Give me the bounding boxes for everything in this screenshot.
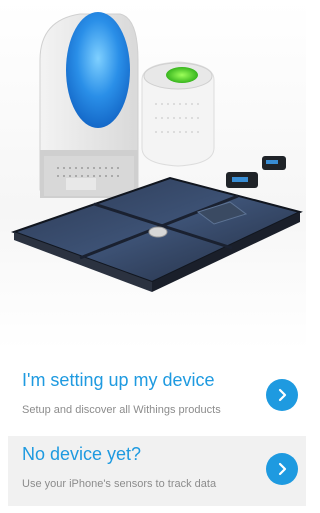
setup-device-title: I'm setting up my device: [22, 370, 215, 390]
withings-products-illustration: [11, 12, 303, 292]
blood-pressure-cuff-icon: [141, 61, 215, 167]
chevron-right-icon: [278, 462, 287, 476]
aura-lamp-icon: [39, 12, 139, 198]
setup-device-option[interactable]: I'm setting up my device Setup and disco…: [8, 362, 306, 432]
chevron-right-icon: [278, 388, 287, 402]
no-device-subtitle: Use your iPhone's sensors to track data: [22, 478, 217, 490]
no-device-title: No device yet?: [22, 444, 142, 464]
setup-device-subtitle: Setup and discover all Withings products: [22, 404, 221, 416]
setup-device-go-button[interactable]: [266, 379, 298, 411]
product-hero-image: [0, 0, 306, 350]
no-device-go-button[interactable]: [266, 453, 298, 485]
activity-tracker-icon: [226, 156, 286, 188]
no-device-option[interactable]: No device yet? Use your iPhone's sensors…: [8, 436, 306, 506]
